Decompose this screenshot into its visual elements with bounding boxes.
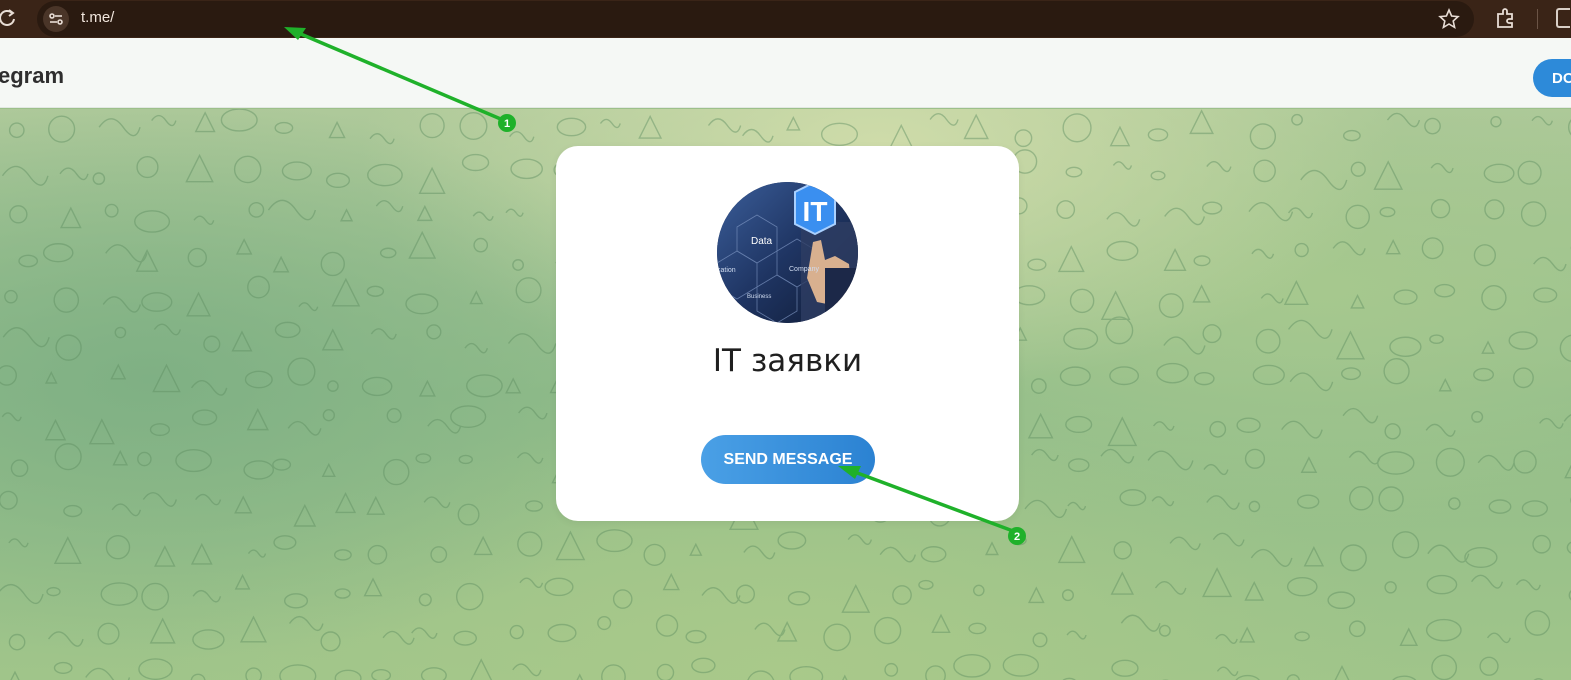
annotation-arrow-1: 1 bbox=[284, 27, 516, 132]
annotation-arrow-2: 2 bbox=[838, 466, 1026, 545]
annotation-number-2: 2 bbox=[1014, 531, 1020, 543]
annotation-overlay: 1 2 bbox=[284, 27, 1026, 545]
annotation-number-1: 1 bbox=[504, 118, 510, 130]
